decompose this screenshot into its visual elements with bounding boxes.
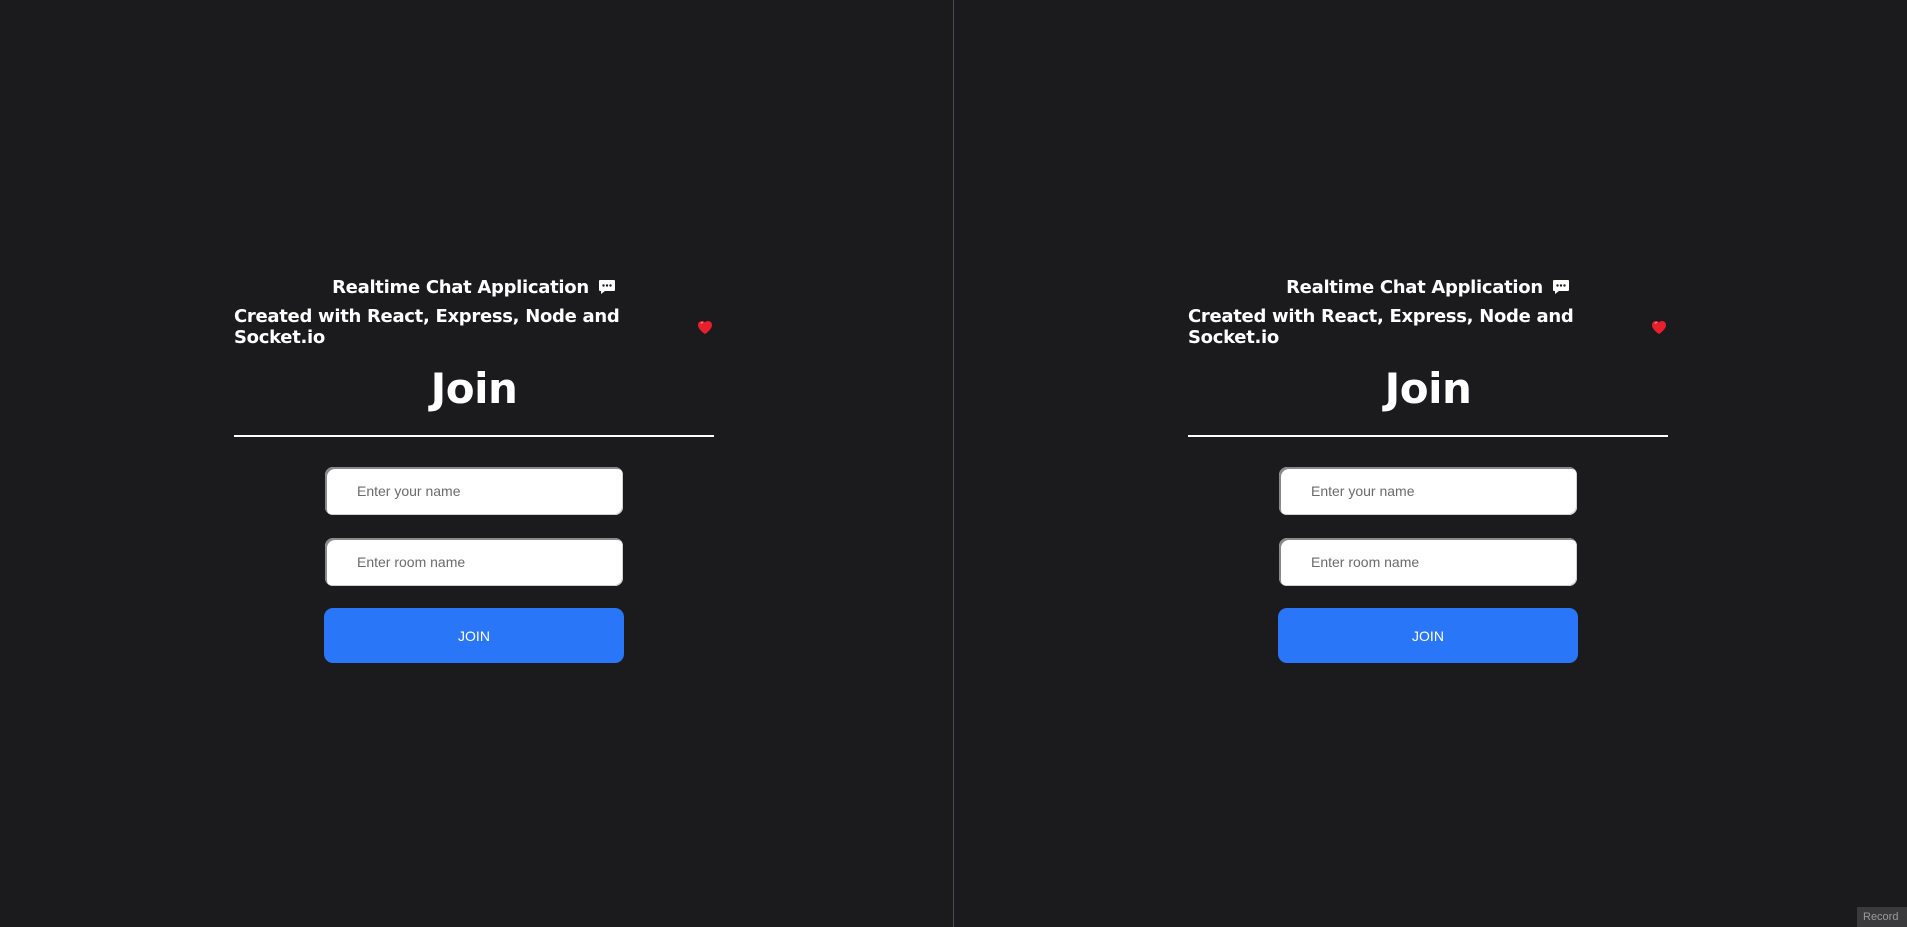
- room-input[interactable]: [325, 538, 623, 586]
- app-title: Realtime Chat Application: [332, 270, 616, 304]
- name-input[interactable]: [325, 467, 623, 515]
- heart-icon: [696, 319, 714, 335]
- right-pane: Realtime Chat Application Created with R…: [954, 0, 1907, 927]
- app-title-text: Realtime Chat Application: [332, 276, 589, 298]
- chat-bubble-icon: [598, 279, 616, 295]
- left-pane: Realtime Chat Application Created with R…: [0, 0, 953, 927]
- join-card: Realtime Chat Application Created with R…: [1188, 270, 1668, 663]
- room-input[interactable]: [1279, 538, 1577, 586]
- join-heading: Join: [430, 364, 518, 413]
- app-subtitle-text: Created with React, Express, Node and So…: [1188, 306, 1574, 348]
- app-subtitle: Created with React, Express, Node and So…: [1188, 306, 1668, 348]
- app-screen: Realtime Chat Application Created with R…: [0, 0, 1907, 927]
- heart-icon: [1650, 319, 1668, 335]
- heading-divider: [234, 435, 714, 437]
- chat-bubble-icon: [1552, 279, 1570, 295]
- join-heading: Join: [1384, 364, 1472, 413]
- app-title: Realtime Chat Application: [1286, 270, 1570, 304]
- record-tag[interactable]: Record: [1857, 907, 1907, 927]
- heading-divider: [1188, 435, 1668, 437]
- name-input[interactable]: [1279, 467, 1577, 515]
- app-title-text: Realtime Chat Application: [1286, 276, 1543, 298]
- join-button[interactable]: JOIN: [1278, 608, 1578, 663]
- app-subtitle-text: Created with React, Express, Node and So…: [234, 306, 620, 348]
- join-card: Realtime Chat Application Created with R…: [234, 270, 714, 663]
- join-button[interactable]: JOIN: [324, 608, 624, 663]
- app-subtitle: Created with React, Express, Node and So…: [234, 306, 714, 348]
